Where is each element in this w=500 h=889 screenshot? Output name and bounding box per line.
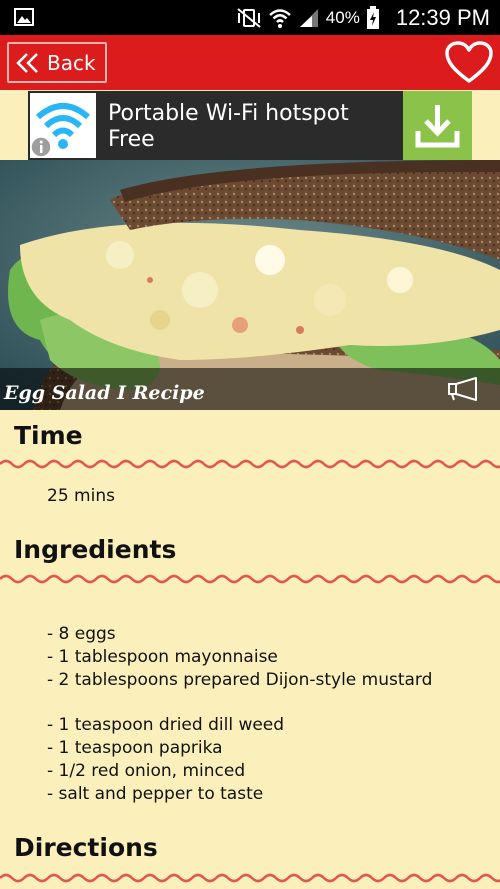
app-bar: Back (0, 35, 500, 90)
ingredient-item: - 1 tablespoon mayonnaise (47, 647, 278, 667)
ingredients-heading: Ingredients (14, 535, 177, 564)
vibrate-mute-icon (237, 7, 261, 28)
wave-divider (0, 459, 500, 469)
clock: 12:39 PM (395, 4, 490, 30)
recipe-photo: Egg Salad I Recipe (0, 160, 500, 410)
ad-banner[interactable]: Portable Wi-Fi hotspot Free (28, 91, 472, 160)
recipe-title: Egg Salad I Recipe (4, 382, 205, 404)
ingredient-item: - 2 tablespoons prepared Dijon-style mus… (47, 670, 433, 690)
battery-charging-icon (366, 5, 379, 29)
ingredient-item: - salt and pepper to taste (47, 784, 264, 804)
back-button[interactable]: Back (7, 42, 107, 83)
ad-title: Portable Wi-Fi hotspot Free (108, 101, 398, 153)
ad-download-button[interactable] (403, 91, 472, 160)
double-chevron-left-icon (16, 52, 38, 73)
ingredient-item: - 8 eggs (47, 624, 116, 644)
ad-title-line1: Portable Wi-Fi hotspot (108, 101, 349, 126)
download-icon (415, 105, 460, 148)
ingredient-item (47, 692, 432, 714)
megaphone-icon[interactable] (446, 376, 482, 402)
wifi-status-icon (268, 8, 291, 28)
ingredient-item: - 1 teaspoon paprika (47, 738, 223, 758)
ingredients-list: - 8 eggs - 1 tablespoon mayonnaise - 2 t… (47, 623, 432, 806)
ingredient-item: - 1/2 red onion, minced (47, 761, 246, 781)
time-heading: Time (14, 421, 83, 450)
info-icon[interactable] (30, 136, 52, 158)
ad-title-line2: Free (108, 127, 155, 152)
image-icon (14, 8, 34, 26)
time-value: 25 mins (47, 486, 115, 506)
wave-divider (0, 574, 500, 584)
directions-heading: Directions (14, 833, 158, 862)
back-button-label: Back (47, 50, 96, 75)
ingredient-item: - 1 teaspoon dried dill weed (47, 715, 285, 735)
wave-divider (0, 873, 500, 883)
battery-percent: 40% (325, 7, 360, 27)
signal-icon (299, 8, 318, 27)
heart-outline-icon[interactable] (444, 40, 494, 84)
status-bar: 40% 12:39 PM (0, 0, 500, 35)
